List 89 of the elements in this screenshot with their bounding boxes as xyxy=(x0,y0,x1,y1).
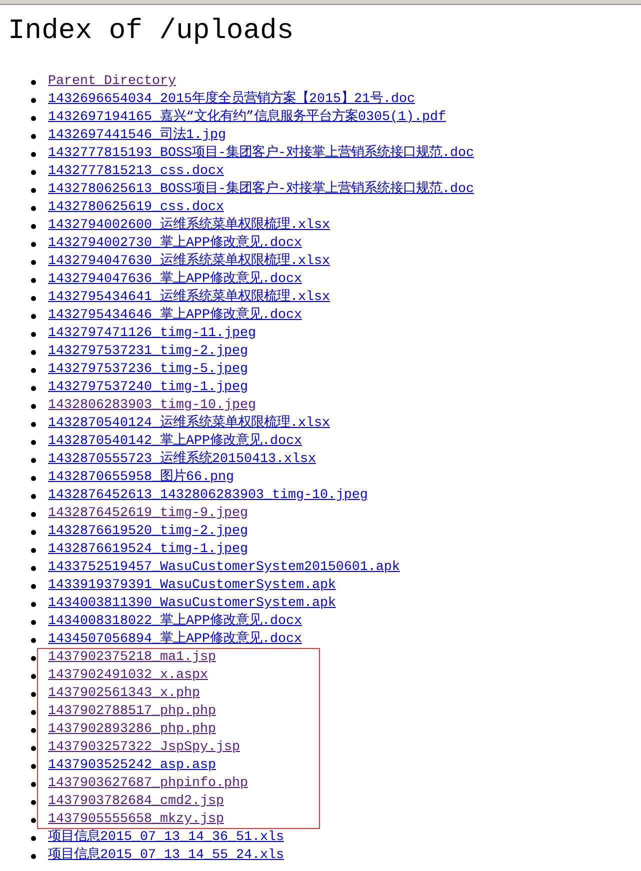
listing-link[interactable]: 1432780625619_css.docx xyxy=(48,199,224,217)
listing-link[interactable]: 1432794002600_运维系统菜单权限梳理.xlsx xyxy=(48,217,330,235)
listing-link[interactable]: 1432870540142_掌上APP修改意见.docx xyxy=(48,433,302,451)
bullet-icon xyxy=(31,566,36,570)
listing-link[interactable]: 1432696654034_2015年度全员营销方案【2015】21号.doc xyxy=(48,91,415,109)
listing-link[interactable]: 1437902375218_ma1.jsp xyxy=(48,649,216,667)
bullet-icon xyxy=(31,332,36,336)
listing-link[interactable]: 1433752519457_WasuCustomerSystem20150601.apk xyxy=(48,559,400,577)
bullet-icon xyxy=(31,692,36,696)
listing-link[interactable]: 1432797471126_timg-11.jpeg xyxy=(48,325,256,343)
bullet-icon xyxy=(31,728,36,732)
listing-link[interactable]: 1432876452619_timg-9.jpeg xyxy=(48,505,248,523)
listing-link[interactable]: 1434003811390_WasuCustomerSystem.apk xyxy=(48,595,336,613)
bullet-icon xyxy=(31,638,36,642)
bullet-icon xyxy=(31,710,36,714)
bullet-icon xyxy=(31,602,36,606)
listing-link[interactable]: 1437903627687_phpinfo.php xyxy=(48,775,248,793)
bullet-icon xyxy=(31,152,36,156)
bullet-icon xyxy=(31,764,36,768)
bullet-icon xyxy=(31,512,36,516)
listing-link[interactable]: 1432870655958_图片66.png xyxy=(48,469,234,487)
bullet-icon xyxy=(31,818,36,822)
listing-link[interactable]: 项目信息2015_07_13_14_55_24.xls xyxy=(48,847,284,865)
bullet-icon xyxy=(31,224,36,228)
bullet-icon xyxy=(31,674,36,678)
listing-link[interactable]: 1437902491032_x.aspx xyxy=(48,667,208,685)
listing-link[interactable]: 1437902561343_x.php xyxy=(48,685,200,703)
listing-link[interactable]: 1437903525242_asp.asp xyxy=(48,757,216,775)
bullet-icon xyxy=(31,80,36,84)
listing-link[interactable]: 1432870540124_运维系统菜单权限梳理.xlsx xyxy=(48,415,330,433)
listing-link[interactable]: 1432876619520_timg-2.jpeg xyxy=(48,523,248,541)
page-title: Index of /uploads xyxy=(8,16,295,48)
bullet-icon xyxy=(31,620,36,624)
listing-link[interactable]: 1432777815213_css.docx xyxy=(48,163,224,181)
listing-link[interactable]: 1437903257322_JspSpy.jsp xyxy=(48,739,240,757)
bullet-icon xyxy=(31,116,36,120)
bullet-icon xyxy=(31,494,36,498)
bullet-icon xyxy=(31,458,36,462)
listing-link[interactable]: 1432697441546_司法1.jpg xyxy=(48,127,226,145)
listing-link[interactable]: 1432697194165_嘉兴“文化有约”信息服务平台方案0305(1).pdf xyxy=(48,109,446,127)
listing-link[interactable]: 1432797537231_timg-2.jpeg xyxy=(48,343,248,361)
listing-link[interactable]: 项目信息2015_07_13_14_36_51.xls xyxy=(48,829,284,847)
bullet-icon xyxy=(31,476,36,480)
bullet-icon xyxy=(31,854,36,858)
listing-link[interactable]: 1432794047636_掌上APP修改意见.docx xyxy=(48,271,302,289)
bullet-icon xyxy=(31,188,36,192)
listing-link[interactable]: 1432806283903_timg-10.jpeg xyxy=(48,397,256,415)
bullet-icon xyxy=(31,386,36,390)
bullet-icon xyxy=(31,584,36,588)
bullet-icon xyxy=(31,98,36,102)
bullet-icon xyxy=(31,350,36,354)
listing-link[interactable]: 1432794002730_掌上APP修改意见.docx xyxy=(48,235,302,253)
bullet-icon xyxy=(31,800,36,804)
bullet-icon xyxy=(31,836,36,840)
listing-link[interactable]: 1432797537240_timg-1.jpeg xyxy=(48,379,248,397)
bullet-icon xyxy=(31,206,36,210)
bullet-icon xyxy=(31,404,36,408)
bullet-icon xyxy=(31,782,36,786)
listing-link[interactable]: 1432870555723_运维系统20150413.xlsx xyxy=(48,451,316,469)
bullet-icon xyxy=(31,296,36,300)
bullet-icon xyxy=(31,746,36,750)
bullet-icon xyxy=(31,530,36,534)
listing-link[interactable]: 1432797537236_timg-5.jpeg xyxy=(48,361,248,379)
bullet-icon xyxy=(31,278,36,282)
listing-link[interactable]: 1432876452613_1432806283903_timg-10.jpeg xyxy=(48,487,368,505)
listing-link[interactable]: 1432794047630_运维系统菜单权限梳理.xlsx xyxy=(48,253,330,271)
listing-link[interactable]: 1434507056894_掌上APP修改意见.docx xyxy=(48,631,302,649)
listing-link[interactable]: 1432777815193_BOSS项目-集团客户-对接掌上营销系统接口规范.doc xyxy=(48,145,474,163)
listing-link[interactable]: 1432780625613_BOSS项目-集团客户-对接掌上营销系统接口规范.doc xyxy=(48,181,474,199)
bullet-icon xyxy=(31,548,36,552)
listing-link[interactable]: 1437902893286_php.php xyxy=(48,721,216,739)
bullet-icon xyxy=(31,260,36,264)
bullet-icon xyxy=(31,314,36,318)
bullet-icon xyxy=(31,368,36,372)
listing-link[interactable]: 1437903782684_cmd2.jsp xyxy=(48,793,224,811)
bullet-icon xyxy=(31,422,36,426)
listing-link[interactable]: 1432795434641_运维系统菜单权限梳理.xlsx xyxy=(48,289,330,307)
bullet-icon xyxy=(31,242,36,246)
listing-link[interactable]: Parent Directory xyxy=(48,73,176,91)
bullet-icon xyxy=(31,170,36,174)
listing-link[interactable]: 1432795434646_掌上APP修改意见.docx xyxy=(48,307,302,325)
bullet-icon xyxy=(31,656,36,660)
listing-link[interactable]: 1437902788517_php.php xyxy=(48,703,216,721)
bullet-icon xyxy=(31,134,36,138)
listing-link[interactable]: 1432876619524_timg-1.jpeg xyxy=(48,541,248,559)
listing-link[interactable]: 1434008318022_掌上APP修改意见.docx xyxy=(48,613,302,631)
listing-link[interactable]: 1433919379391_WasuCustomerSystem.apk xyxy=(48,577,336,595)
bullet-icon xyxy=(31,440,36,444)
listing-link[interactable]: 1437905555658_mkzy.jsp xyxy=(48,811,224,829)
